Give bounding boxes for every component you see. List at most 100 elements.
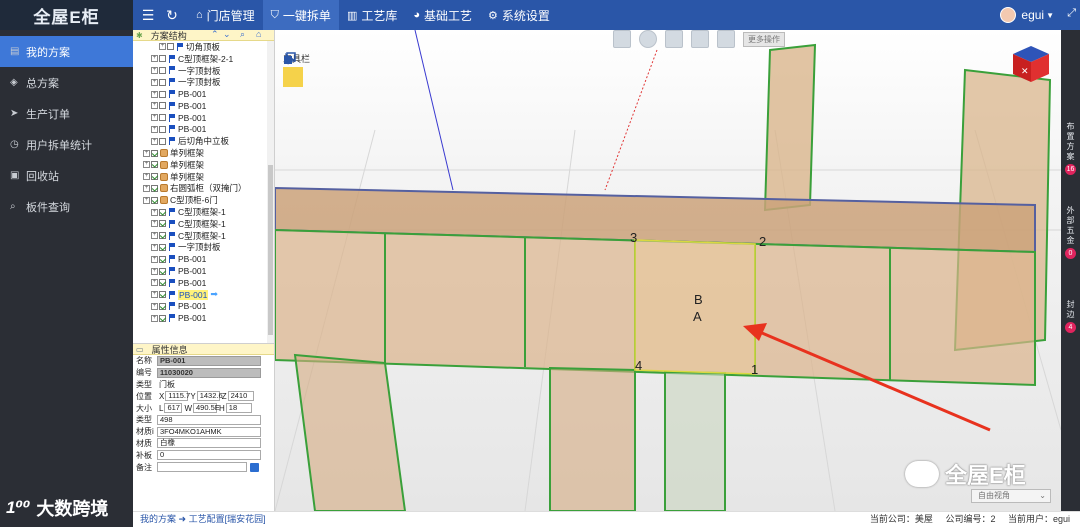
tree-checkbox[interactable] [151, 149, 158, 157]
tree-checkbox[interactable] [151, 161, 158, 169]
expand-toggle-icon[interactable]: + [151, 243, 158, 251]
expand-down-icon[interactable]: ⌄ [223, 30, 231, 40]
expand-toggle-icon[interactable]: + [151, 78, 158, 86]
expand-toggle-icon[interactable]: + [151, 267, 158, 275]
size-l-input[interactable]: 617 [164, 403, 183, 414]
menu-icon[interactable]: ☰ [136, 0, 160, 30]
tree-item[interactable]: + 单列框架 [133, 171, 274, 183]
view-mode-select[interactable]: 自由视角 ⌄ [971, 489, 1051, 503]
tree-item[interactable]: + 单列框架 [133, 147, 274, 159]
tree-checkbox[interactable] [159, 125, 166, 133]
tree-checkbox[interactable] [159, 243, 166, 251]
expand-toggle-icon[interactable]: + [143, 184, 150, 192]
prop-note-input[interactable] [157, 462, 247, 473]
save-icon[interactable] [250, 462, 259, 472]
user-menu[interactable]: egui ▼ [1000, 0, 1054, 30]
3d-viewport[interactable]: 工具栏 更多操作 ✕ 3 2 4 1 B A 全屋E柜 自由视角 ⌄ [275, 30, 1061, 511]
tree-item[interactable]: + PB-001 [133, 312, 274, 324]
expand-toggle-icon[interactable]: + [151, 66, 158, 74]
expand-toggle-icon[interactable]: + [151, 55, 158, 63]
rightbar-edge-banding[interactable]: 封边 4 [1061, 300, 1080, 333]
expand-toggle-icon[interactable]: + [151, 90, 158, 98]
tree-item[interactable]: + PB-001 [133, 88, 274, 100]
tree-item[interactable]: + PB-001 [133, 124, 274, 136]
tree-checkbox[interactable] [159, 90, 166, 98]
tree-item[interactable]: + C型顶框架-1 [133, 206, 274, 218]
tree-scrollbar[interactable] [267, 41, 274, 343]
expand-toggle-icon[interactable]: + [151, 302, 158, 310]
tree-item[interactable]: + 一字顶封板 [133, 242, 274, 254]
tree-checkbox[interactable] [151, 184, 158, 192]
tree-checkbox[interactable] [159, 102, 166, 110]
expand-toggle-icon[interactable]: + [151, 114, 158, 122]
tree-item[interactable]: + PB-001 [133, 265, 274, 277]
expand-toggle-icon[interactable]: + [143, 173, 150, 181]
expand-toggle-icon[interactable]: + [151, 208, 158, 216]
expand-toggle-icon[interactable]: + [151, 291, 158, 299]
sidebar-item-my-plans[interactable]: ▤ 我的方案 [0, 36, 133, 67]
tree-item[interactable]: + 一字顶封板 [133, 65, 274, 77]
tree-item[interactable]: + C型顶柜-6门 [133, 194, 274, 206]
tree-checkbox[interactable] [159, 302, 166, 310]
tree-checkbox[interactable] [159, 314, 166, 322]
measure-icon[interactable] [717, 30, 735, 48]
refresh-icon[interactable]: ↻ [160, 0, 184, 30]
collapse-up-icon[interactable]: ⌃ [211, 30, 219, 40]
tree-item[interactable]: + PB-001 [133, 253, 274, 265]
tree-item[interactable]: + C型顶框架-1 [133, 218, 274, 230]
nav-basic-craft[interactable]: ◕ 基础工艺 [405, 0, 480, 30]
tree-checkbox[interactable] [167, 43, 174, 51]
tree-item[interactable]: + 单列框架 [133, 159, 274, 171]
rightbar-layout-plans[interactable]: 布置方案 16 [1061, 122, 1080, 175]
size-h-input[interactable]: 18 [225, 403, 252, 414]
prop-supp-input[interactable]: 0 [157, 450, 261, 461]
expand-toggle-icon[interactable]: + [143, 149, 150, 157]
tree-item[interactable]: + C型顶框架-2-1 [133, 53, 274, 65]
tree-item[interactable]: + PB-001 [133, 277, 274, 289]
prop-material-code-input[interactable]: 3FO4MKO1AHMK [157, 426, 261, 437]
cube-icon[interactable] [665, 30, 683, 48]
tree-checkbox[interactable] [159, 255, 166, 263]
pos-x-input[interactable]: 1115.7 [165, 391, 190, 402]
tree-checkbox[interactable] [159, 137, 166, 145]
clipboard-icon[interactable] [613, 30, 631, 48]
tree-item[interactable]: + 一字顶封板 [133, 76, 274, 88]
home-icon[interactable]: ⌂ [256, 30, 261, 39]
tree-checkbox[interactable] [159, 114, 166, 122]
nav-store-management[interactable]: ⌂ 门店管理 [188, 0, 263, 30]
expand-toggle-icon[interactable]: + [143, 196, 150, 204]
tree-checkbox[interactable] [159, 279, 166, 287]
fit-view-icon[interactable] [691, 30, 709, 48]
expand-toggle-icon[interactable]: + [151, 255, 158, 263]
prop-material-input[interactable]: 白橡 [157, 438, 261, 449]
tree-checkbox[interactable] [159, 208, 166, 216]
tree-item[interactable]: + PB-001 [133, 100, 274, 112]
copy-icon[interactable] [283, 52, 303, 109]
sidebar-item-user-stats[interactable]: ◷ 用户拆单统计 [0, 129, 133, 160]
pos-z-input[interactable]: 2410 [227, 391, 254, 402]
sidebar-item-panel-search[interactable]: ⌕ 板件查询 [0, 191, 133, 222]
tree-item[interactable]: + PB-001 ➡ [133, 289, 274, 301]
breadcrumb-craft-config[interactable]: 工艺配置[瑞安花园] [189, 514, 266, 524]
expand-toggle-icon[interactable]: + [151, 137, 158, 145]
tree-scroll-thumb[interactable] [268, 165, 273, 335]
size-w-input[interactable]: 490.5E [193, 403, 220, 414]
tree-item[interactable]: + 切角顶板 [133, 41, 274, 53]
tree-checkbox[interactable] [159, 291, 166, 299]
expand-toggle-icon[interactable]: + [143, 161, 150, 169]
tree-checkbox[interactable] [159, 55, 166, 63]
sidebar-item-production-orders[interactable]: ➤ 生产订单 [0, 98, 133, 129]
target-icon[interactable] [639, 30, 657, 48]
tree-item[interactable]: + PB-001 [133, 301, 274, 313]
expand-toggle-icon[interactable]: + [159, 43, 166, 51]
expand-toggle-icon[interactable]: + [151, 102, 158, 110]
tree-item[interactable]: + 右圆弧柜（双掩门） [133, 183, 274, 195]
expand-toggle-icon[interactable]: + [151, 314, 158, 322]
tree-checkbox[interactable] [159, 220, 166, 228]
tree-checkbox[interactable] [159, 66, 166, 74]
nav-one-click-split[interactable]: ⛉ 一键拆单 [262, 0, 339, 30]
nav-craft-library[interactable]: ▥ 工艺库 [339, 0, 405, 30]
tree-checkbox[interactable] [151, 196, 158, 204]
expand-toggle-icon[interactable]: + [151, 232, 158, 240]
pos-y-input[interactable]: 1432.6 [196, 391, 223, 402]
